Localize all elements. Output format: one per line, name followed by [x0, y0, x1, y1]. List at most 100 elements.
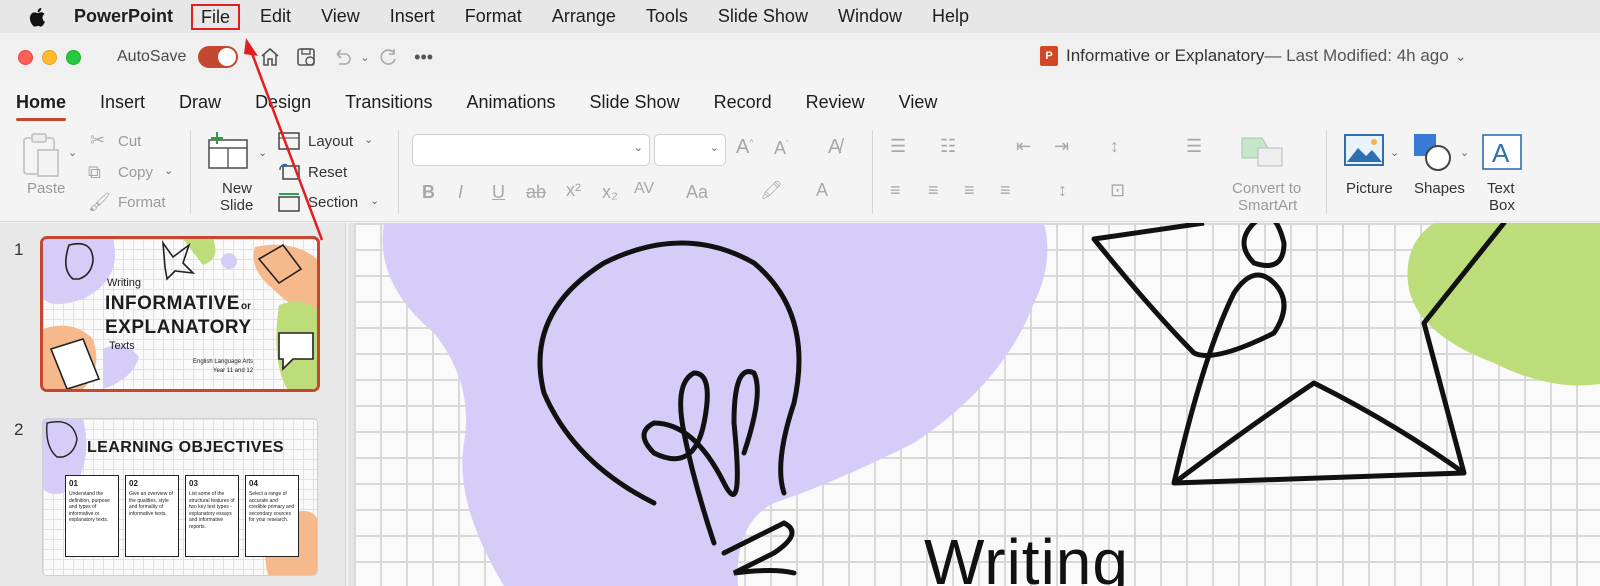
format-painter-button[interactable]: Format: [118, 194, 166, 211]
shapes-icon: [1414, 134, 1451, 171]
objective-number: 01: [69, 479, 78, 488]
paste-label: Paste: [27, 180, 66, 197]
menu-view[interactable]: View: [321, 6, 360, 27]
slide-editor-canvas[interactable]: Writing: [348, 223, 1600, 586]
align-text-icon[interactable]: ⊡: [1110, 180, 1125, 201]
shapes-label: Shapes: [1414, 180, 1465, 197]
autosave-toggle[interactable]: [198, 46, 239, 68]
autosave-label: AutoSave: [117, 48, 187, 65]
section-button[interactable]: Section: [308, 194, 358, 211]
objective-text: List some of the structural features of …: [189, 491, 235, 530]
tab-slide-show[interactable]: Slide Show: [590, 92, 680, 113]
new-slide-dropdown-icon[interactable]: ⌄: [258, 146, 267, 159]
italic-icon[interactable]: I: [458, 182, 463, 203]
document-title[interactable]: P Informative or Explanatory — Last Modi…: [1040, 46, 1466, 66]
menu-bar: PowerPoint File Edit View Insert Format …: [0, 0, 1600, 33]
menu-arrange[interactable]: Arrange: [552, 6, 616, 27]
objective-box-4: 04 Select a range of accurate and credib…: [245, 475, 299, 557]
text-direction-icon[interactable]: ↕: [1058, 180, 1067, 201]
highlight-icon[interactable]: 🖍: [760, 180, 783, 201]
menu-app-name[interactable]: PowerPoint: [74, 6, 173, 27]
save-icon[interactable]: [294, 45, 318, 69]
tab-transitions[interactable]: Transitions: [345, 92, 432, 113]
objective-box-3: 03 List some of the structural features …: [185, 475, 239, 557]
numbering-icon[interactable]: ☷: [940, 136, 956, 157]
underline-icon[interactable]: U: [492, 182, 505, 203]
menu-help[interactable]: Help: [932, 6, 969, 27]
tab-record[interactable]: Record: [714, 92, 772, 113]
bold-icon[interactable]: B: [422, 182, 435, 203]
text-box-icon: A: [1482, 134, 1522, 170]
svg-text:A: A: [1492, 138, 1510, 168]
menu-tools[interactable]: Tools: [646, 6, 688, 27]
menu-edit[interactable]: Edit: [260, 6, 291, 27]
menu-insert[interactable]: Insert: [390, 6, 435, 27]
font-color-icon[interactable]: A: [816, 180, 828, 201]
apple-icon[interactable]: [28, 6, 48, 28]
tab-view[interactable]: View: [899, 92, 938, 113]
menu-file[interactable]: File: [191, 3, 241, 30]
slide-thumbnail-2[interactable]: LEARNING OBJECTIVES 01 Understand the de…: [42, 418, 318, 576]
decrease-indent-icon[interactable]: ⇤: [1016, 136, 1031, 157]
objective-number: 04: [249, 479, 258, 488]
character-spacing-icon[interactable]: AV: [634, 180, 654, 198]
reset-button[interactable]: Reset: [308, 164, 347, 181]
close-window-button[interactable]: [18, 49, 33, 65]
objective-text: Understand the definition, purpose and t…: [69, 491, 110, 523]
more-icon[interactable]: •••: [412, 45, 436, 69]
slide-title-writing[interactable]: Writing: [924, 525, 1129, 586]
picture-dropdown-icon[interactable]: ⌄: [1390, 146, 1399, 159]
tab-design[interactable]: Design: [255, 92, 311, 113]
new-slide-icon: [208, 132, 248, 169]
menu-format[interactable]: Format: [465, 6, 522, 27]
tab-animations[interactable]: Animations: [466, 92, 555, 113]
layout-button[interactable]: Layout: [308, 133, 353, 150]
justify-icon[interactable]: ≡: [1000, 180, 1011, 201]
superscript-icon[interactable]: x²: [566, 180, 581, 201]
change-case-icon[interactable]: Aa: [686, 182, 708, 203]
zoom-window-button[interactable]: [66, 49, 81, 65]
slide-1-subtitle: Texts: [109, 340, 135, 352]
chevron-down-icon[interactable]: ⌄: [1455, 48, 1467, 65]
undo-icon[interactable]: [330, 45, 354, 69]
layout-dropdown-icon[interactable]: ⌄: [364, 133, 373, 146]
menu-window[interactable]: Window: [838, 6, 902, 27]
clear-formatting-icon[interactable]: A̸: [828, 136, 841, 159]
tab-home[interactable]: Home: [16, 92, 67, 121]
increase-indent-icon[interactable]: ⇥: [1054, 136, 1069, 157]
font-name-select[interactable]: ⌄: [412, 134, 650, 166]
columns-icon[interactable]: ☰: [1186, 136, 1202, 157]
decrease-font-size-icon[interactable]: Aˇ: [774, 138, 789, 159]
align-left-icon[interactable]: ≡: [890, 180, 901, 201]
undo-dropdown-icon[interactable]: ⌄: [360, 51, 369, 64]
menu-slide-show[interactable]: Slide Show: [718, 6, 808, 27]
align-center-icon[interactable]: ≡: [928, 180, 939, 201]
tab-review[interactable]: Review: [806, 92, 865, 113]
home-icon[interactable]: [258, 45, 282, 69]
powerpoint-file-icon: P: [1040, 46, 1058, 66]
smartart-icon[interactable]: [1240, 134, 1284, 170]
redo-icon[interactable]: [376, 45, 400, 69]
cut-button[interactable]: Cut: [118, 133, 141, 150]
strikethrough-icon[interactable]: ab: [526, 182, 546, 203]
current-slide[interactable]: Writing: [354, 223, 1600, 586]
tab-insert[interactable]: Insert: [100, 92, 145, 113]
powerpoint-window: { "menubar": { "app_name": "PowerPoint",…: [0, 0, 1600, 586]
line-spacing-icon[interactable]: ↕: [1110, 136, 1119, 157]
subscript-icon[interactable]: x₂: [602, 182, 618, 203]
text-box-label-1: Text: [1487, 180, 1515, 197]
slide-1-footer-2: Year 11 and 12: [213, 368, 254, 374]
minimize-window-button[interactable]: [42, 49, 57, 65]
section-dropdown-icon[interactable]: ⌄: [370, 194, 379, 207]
copy-button[interactable]: Copy: [118, 164, 153, 181]
bullets-icon[interactable]: ☰: [890, 136, 906, 157]
increase-font-size-icon[interactable]: A^: [736, 136, 754, 159]
align-right-icon[interactable]: ≡: [964, 180, 975, 201]
copy-dropdown-icon[interactable]: ⌄: [164, 164, 173, 177]
tab-draw[interactable]: Draw: [179, 92, 221, 113]
font-size-select[interactable]: ⌄: [654, 134, 726, 166]
picture-label: Picture: [1346, 180, 1393, 197]
shapes-dropdown-icon[interactable]: ⌄: [1460, 146, 1469, 159]
paste-dropdown-icon[interactable]: ⌄: [68, 146, 77, 159]
slide-thumbnail-1[interactable]: Writing INFORMATIVE or EXPLANATORY Texts…: [40, 236, 320, 392]
